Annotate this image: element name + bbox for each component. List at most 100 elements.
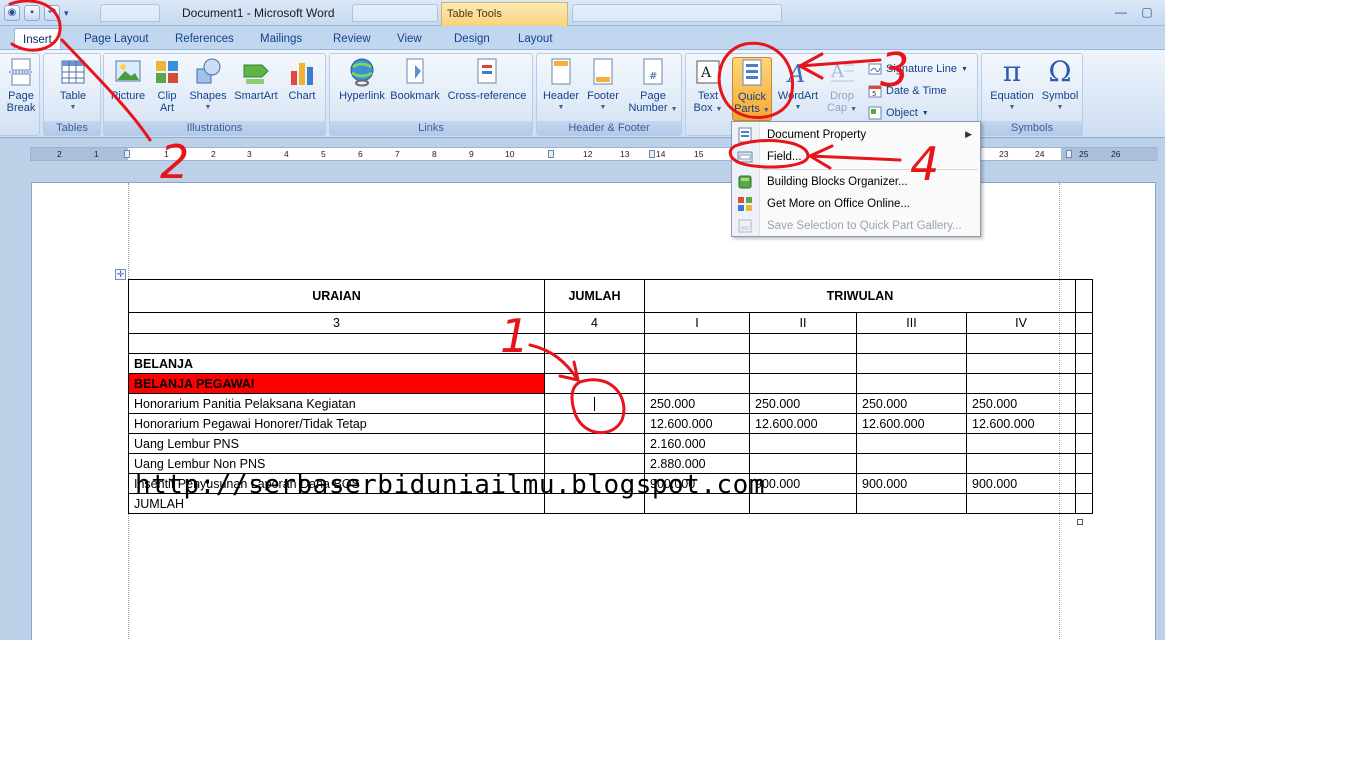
table-cell[interactable] xyxy=(1075,373,1093,394)
tab-design[interactable]: Design xyxy=(446,28,498,50)
table-cell[interactable] xyxy=(1075,333,1093,354)
column-marker[interactable] xyxy=(548,150,554,158)
table-cell[interactable] xyxy=(1075,493,1093,514)
table-cell[interactable] xyxy=(856,433,967,454)
table-cell[interactable]: 2.160.000 xyxy=(644,433,750,454)
table-cell[interactable] xyxy=(1075,353,1093,374)
table-cell[interactable]: Honorarium Pegawai Honorer/Tidak Tetap xyxy=(128,413,545,434)
table-cell[interactable]: I xyxy=(644,312,750,334)
table-cell[interactable]: 250.000 xyxy=(856,393,967,414)
tab-references[interactable]: References xyxy=(167,28,242,50)
quick-parts-button[interactable]: Quick Parts ▼ xyxy=(732,57,772,121)
header-uraian[interactable]: URAIAN xyxy=(128,279,545,313)
bookmark-button[interactable]: Bookmark xyxy=(389,57,441,102)
column-marker[interactable] xyxy=(1066,150,1072,158)
table-move-handle-icon[interactable]: ✛ xyxy=(115,269,126,280)
page-break-button[interactable]: Page Break xyxy=(3,57,39,114)
customize-qat-icon[interactable]: ▾ xyxy=(64,8,69,19)
picture-button[interactable]: Picture xyxy=(108,57,148,102)
table-cell[interactable]: 250.000 xyxy=(749,393,857,414)
date-time-button[interactable]: 5 Date & Time xyxy=(868,82,947,100)
table-cell[interactable] xyxy=(644,353,750,374)
table-cell[interactable] xyxy=(966,353,1076,374)
table-cell[interactable] xyxy=(966,433,1076,454)
table-cell[interactable] xyxy=(856,333,967,354)
table-cell[interactable] xyxy=(966,333,1076,354)
table-cell[interactable] xyxy=(966,493,1076,514)
table-cell[interactable] xyxy=(1075,473,1093,494)
shapes-button[interactable]: Shapes ▼ xyxy=(188,57,228,114)
tab-review[interactable]: Review xyxy=(325,28,379,50)
header-triwulan[interactable]: TRIWULAN xyxy=(644,279,1076,313)
menu-item-get-more-online[interactable]: Get More on Office Online... xyxy=(732,193,980,215)
table-cell[interactable]: 4 xyxy=(544,312,645,334)
tab-page-layout[interactable]: Page Layout xyxy=(76,28,157,50)
table-cell[interactable] xyxy=(966,453,1076,474)
cross-reference-button[interactable]: Cross-reference xyxy=(445,57,529,102)
table-cell[interactable]: III xyxy=(856,312,967,334)
footer-button[interactable]: Footer ▼ xyxy=(583,57,623,114)
equation-button[interactable]: π Equation ▼ xyxy=(985,57,1039,114)
horizontal-ruler[interactable]: 2 1 1 2 3 4 5 6 7 8 9 10 12 13 14 15 23 … xyxy=(30,147,1158,161)
symbol-button[interactable]: Ω Symbol ▼ xyxy=(1038,57,1082,114)
chart-button[interactable]: Chart xyxy=(283,57,321,102)
column-marker[interactable] xyxy=(649,150,655,158)
document-page[interactable]: ✛ URAIAN JUMLAH TRIWULAN 3 4 I II III IV xyxy=(31,182,1156,640)
table-cell[interactable]: 12.600.000 xyxy=(966,413,1076,434)
table-cell[interactable]: 12.600.000 xyxy=(856,413,967,434)
table-cell-with-cursor[interactable] xyxy=(544,393,645,414)
table-cell[interactable] xyxy=(1075,393,1093,414)
table-cell[interactable] xyxy=(1075,433,1093,454)
table-resize-handle[interactable] xyxy=(1077,519,1083,525)
table-cell[interactable]: 250.000 xyxy=(966,393,1076,414)
table-cell[interactable]: Uang Lembur PNS xyxy=(128,433,545,454)
maximize-icon[interactable]: ▢ xyxy=(1135,3,1159,21)
menu-item-field[interactable]: Field... xyxy=(732,146,980,168)
table-cell[interactable] xyxy=(544,433,645,454)
table-cell[interactable]: 12.600.000 xyxy=(644,413,750,434)
table-cell[interactable] xyxy=(544,373,645,394)
header-button[interactable]: Header ▼ xyxy=(541,57,581,114)
smartart-button[interactable]: SmartArt xyxy=(232,57,280,102)
table-cell[interactable]: 250.000 xyxy=(644,393,750,414)
save-icon[interactable]: ▪ xyxy=(24,5,40,21)
table-cell[interactable]: 900.000 xyxy=(749,473,857,494)
table-cell[interactable]: BELANJA PEGAWAI xyxy=(128,373,545,394)
text-box-button[interactable]: A Text Box ▼ xyxy=(689,57,727,116)
table-cell[interactable] xyxy=(856,493,967,514)
table-cell[interactable] xyxy=(1075,312,1093,334)
table-cell[interactable] xyxy=(544,333,645,354)
table-cell[interactable]: 900.000 xyxy=(966,473,1076,494)
table-cell[interactable] xyxy=(644,373,750,394)
table-cell[interactable]: 900.000 xyxy=(856,473,967,494)
menu-item-save-selection[interactable]: Save Selection to Quick Part Gallery... xyxy=(732,215,980,237)
table-cell[interactable]: 12.600.000 xyxy=(749,413,857,434)
table-cell[interactable] xyxy=(749,453,857,474)
drop-cap-button[interactable]: A Drop Cap ▼ xyxy=(824,57,860,116)
table-cell[interactable] xyxy=(856,373,967,394)
menu-item-document-property[interactable]: Document Property ▶ xyxy=(732,124,980,146)
tab-insert[interactable]: Insert xyxy=(14,28,61,50)
header-jumlah[interactable]: JUMLAH xyxy=(544,279,645,313)
clip-art-button[interactable]: Clip Art xyxy=(150,57,184,114)
table-cell[interactable] xyxy=(1075,279,1093,313)
table-cell[interactable] xyxy=(749,493,857,514)
tab-layout[interactable]: Layout xyxy=(510,28,561,50)
table-cell[interactable] xyxy=(1075,453,1093,474)
table-cell[interactable]: II xyxy=(749,312,857,334)
table-cell[interactable] xyxy=(749,433,857,454)
table-cell[interactable]: Honorarium Panitia Pelaksana Kegiatan xyxy=(128,393,545,414)
table-cell[interactable]: BELANJA xyxy=(128,353,545,374)
column-marker[interactable] xyxy=(124,150,130,158)
table-cell[interactable] xyxy=(966,373,1076,394)
table-cell[interactable]: 3 xyxy=(128,312,545,334)
hyperlink-button[interactable]: Hyperlink xyxy=(334,57,390,102)
table-cell[interactable] xyxy=(544,413,645,434)
undo-icon[interactable]: ↶ xyxy=(44,5,60,21)
table-cell[interactable] xyxy=(544,353,645,374)
table-cell[interactable] xyxy=(1075,413,1093,434)
tab-view[interactable]: View xyxy=(389,28,430,50)
table-cell[interactable] xyxy=(856,453,967,474)
page-number-button[interactable]: # Page Number ▼ xyxy=(627,57,679,116)
table-cell[interactable] xyxy=(856,353,967,374)
